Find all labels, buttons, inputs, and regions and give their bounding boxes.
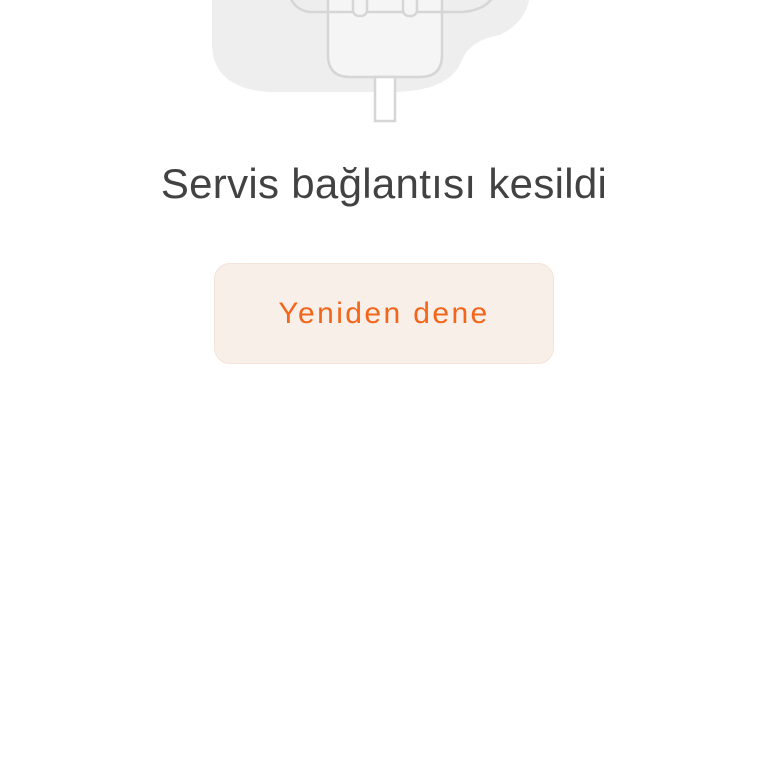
unplugged-plug-icon xyxy=(200,0,540,125)
retry-button-label: Yeniden dene xyxy=(278,296,490,330)
retry-button[interactable]: Yeniden dene xyxy=(214,263,554,364)
page-title: Servis bağlantısı kesildi xyxy=(160,160,608,207)
